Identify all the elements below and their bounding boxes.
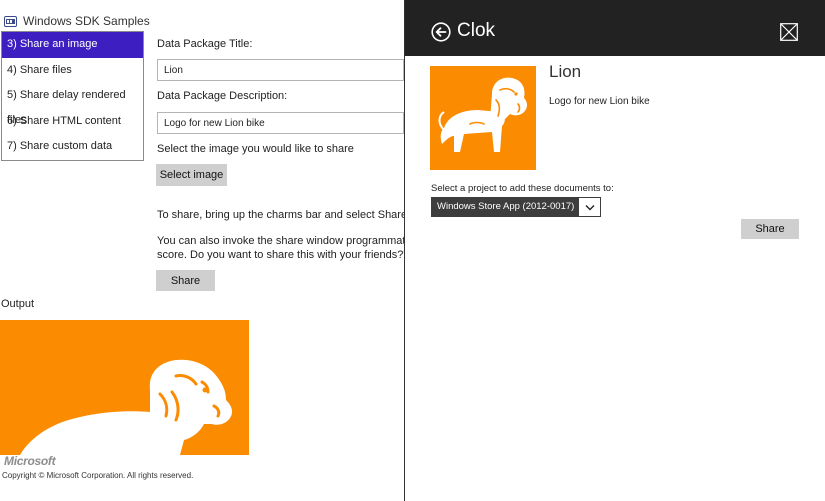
project-dropdown-value[interactable]: Windows Store App (2012-0017) xyxy=(431,197,578,217)
project-dropdown-toggle[interactable] xyxy=(578,197,601,217)
share-pane: Clok Lion Logo for new Lion bike Select … xyxy=(404,0,825,501)
select-image-button[interactable]: Select image xyxy=(156,164,227,186)
output-image xyxy=(0,320,249,455)
windows-sdk-logo-icon xyxy=(4,15,17,27)
shared-item-title: Lion xyxy=(549,62,582,81)
title-label: Data Package Title: xyxy=(157,38,253,50)
title-input[interactable] xyxy=(157,59,404,81)
shared-item-description: Logo for new Lion bike xyxy=(549,96,650,107)
app-title: Windows SDK Samples xyxy=(23,14,150,28)
charms-instruction: To share, bring up the charms bar and se… xyxy=(157,209,443,221)
close-box-icon[interactable] xyxy=(780,23,798,41)
lion-logo-icon xyxy=(20,359,233,455)
programmatic-share-text-line2: score. Do you want to share this with yo… xyxy=(157,249,411,261)
share-pane-header: Clok xyxy=(405,0,825,56)
project-select-label: Select a project to add these documents … xyxy=(431,183,614,194)
share-app-name: Clok xyxy=(457,20,496,41)
output-label: Output xyxy=(1,298,35,310)
lion-logo-icon xyxy=(438,77,527,152)
project-dropdown[interactable]: Windows Store App (2012-0017) xyxy=(431,197,601,217)
copyright-text: Copyright © Microsoft Corporation. All r… xyxy=(2,471,194,480)
scenario-item-share-delay-rendered-files[interactable]: 5) Share delay rendered files xyxy=(2,83,143,126)
description-label: Data Package Description: xyxy=(157,90,288,102)
scenario-list[interactable]: 3) Share an image 4) Share files 5) Shar… xyxy=(1,31,144,161)
chevron-down-icon xyxy=(585,204,594,210)
shared-item-thumbnail xyxy=(430,66,536,170)
app-title-bar: Windows SDK Samples xyxy=(4,13,150,29)
scenario-item-share-files[interactable]: 4) Share files xyxy=(2,58,143,84)
scenario-item-share-custom-data[interactable]: 7) Share custom data xyxy=(2,134,143,160)
image-prompt: Select the image you would like to share xyxy=(157,143,354,155)
scenario-item-share-html-content[interactable]: 6) Share HTML content xyxy=(2,109,143,135)
scenario-item-share-image[interactable]: 3) Share an image xyxy=(2,32,143,58)
back-arrow-circle-icon[interactable] xyxy=(431,22,451,42)
share-button[interactable]: Share xyxy=(156,270,215,291)
microsoft-logo: Microsoft xyxy=(4,454,56,468)
description-input[interactable] xyxy=(157,112,404,134)
programmatic-share-text-line1: You can also invoke the share window pro… xyxy=(157,235,440,247)
share-pane-share-button[interactable]: Share xyxy=(741,219,799,239)
